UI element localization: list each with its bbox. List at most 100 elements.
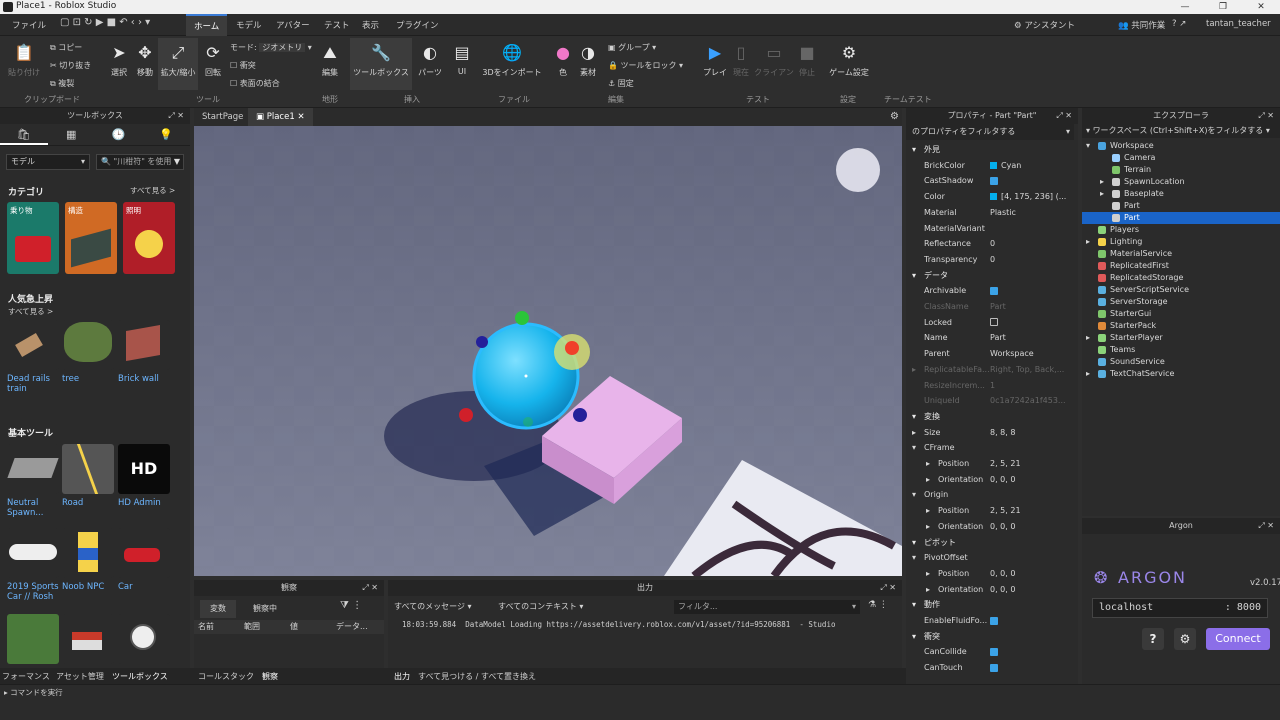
command-bar[interactable]: ▸ コマンドを実行 — [4, 687, 63, 698]
close-icon[interactable]: ⤢ ✕ — [168, 108, 184, 124]
category-see-all[interactable]: すべて見る > — [130, 185, 175, 196]
property-row[interactable]: ▸ Position 2, 5, 21 — [906, 503, 1074, 518]
explorer-item[interactable]: Terrain — [1082, 164, 1280, 176]
property-checkbox[interactable] — [990, 283, 1074, 298]
tab-watch[interactable]: 観察 — [262, 671, 278, 682]
explorer-item[interactable]: MaterialService — [1082, 248, 1280, 260]
tab-performance[interactable]: フォーマンス — [2, 671, 50, 682]
run-current-button[interactable]: ▯ 現在 — [730, 42, 752, 78]
chevron-right-icon[interactable]: ▸ — [926, 582, 930, 597]
chevron-right-icon[interactable]: ▸ — [926, 456, 930, 471]
chevron-right-icon[interactable]: ▸ — [926, 503, 930, 518]
argon-host-input[interactable]: localhost: 8000 — [1092, 598, 1268, 618]
collab-button[interactable]: 👥 共同作業 — [1118, 19, 1165, 31]
join-surfaces-toggle[interactable]: ☐ 表面の結合 — [230, 78, 280, 89]
menu-test[interactable]: テスト — [324, 19, 350, 31]
explorer-item[interactable]: ServerScriptService — [1082, 284, 1280, 296]
asset-road[interactable]: Road — [62, 444, 114, 508]
property-value[interactable]: Plastic — [990, 205, 1074, 220]
close-icon[interactable]: ⤢ ✕ — [1258, 108, 1274, 124]
explorer-item[interactable]: ▸ StarterPlayer — [1082, 332, 1280, 344]
property-checkbox[interactable] — [990, 315, 1074, 330]
help-icon[interactable]: ? ↗ — [1172, 19, 1186, 29]
chevron-icon[interactable]: ▸ — [912, 425, 916, 440]
close-icon[interactable]: ⤢ ✕ — [1258, 518, 1274, 534]
explorer-item[interactable]: ▸ Lighting — [1082, 236, 1280, 248]
menu-view[interactable]: 表示 — [362, 19, 379, 31]
property-value[interactable]: 0, 0, 0 — [990, 472, 1074, 487]
tree-toggle-icon[interactable]: ▸ — [1086, 236, 1096, 248]
assistant-button[interactable]: ⚙ アシスタント — [1014, 19, 1075, 31]
tab-inventory[interactable]: ▦ — [48, 124, 96, 145]
explorer-item[interactable]: ▾ Workspace — [1082, 140, 1280, 152]
property-row[interactable]: EnableFluidFo... — [906, 613, 1074, 628]
tab-marketplace[interactable]: 🛍 — [0, 124, 48, 145]
property-value[interactable]: Part — [990, 299, 1074, 314]
argon-help-button[interactable]: ? — [1142, 628, 1164, 650]
asset-brick-wall[interactable]: Brick wall — [118, 320, 170, 384]
asset-dead-rails-train[interactable]: Dead rails train — [7, 320, 59, 394]
client-button[interactable]: ▭ クライアン — [752, 42, 796, 78]
quick-access-icons[interactable]: ▢ ⊡ ↻ ▶ ■ ↶ ‹ › ▾ — [60, 17, 150, 28]
property-row[interactable]: ClassName Part — [906, 299, 1074, 314]
copy-button[interactable]: ⧉ コピー — [50, 42, 82, 53]
minimize-button[interactable]: — — [1166, 0, 1204, 14]
viewport-scene[interactable] — [194, 126, 902, 576]
property-row[interactable]: ▾ Origin — [906, 487, 1074, 502]
property-row[interactable]: Archivable — [906, 283, 1074, 298]
property-value[interactable]: 0, 0, 0 — [990, 519, 1074, 534]
scale-tool-button[interactable]: ⤢ 拡大/縮小 — [158, 38, 198, 90]
tab-variables[interactable]: 変数 — [200, 600, 236, 618]
close-icon[interactable]: ⤢ ✕ — [1056, 108, 1072, 124]
category-structures[interactable]: 構造 — [65, 202, 117, 274]
explorer-item[interactable]: StarterGui — [1082, 308, 1280, 320]
asset-car[interactable]: Car — [118, 528, 170, 592]
property-row[interactable]: Locked — [906, 315, 1074, 330]
explorer-item[interactable]: ReplicatedStorage — [1082, 272, 1280, 284]
property-category[interactable]: ▾ 衝突 — [906, 629, 1074, 644]
user-name[interactable]: tantan_teacher — [1206, 19, 1271, 29]
tab-creations[interactable]: 💡 — [143, 124, 191, 145]
tab-output[interactable]: 出力 — [394, 671, 410, 682]
filter-icon[interactable]: ⧩ ⋮ — [340, 600, 362, 611]
asset-noob-npc[interactable]: Noob NPC — [62, 528, 114, 592]
property-row[interactable]: Reflectance 0 — [906, 236, 1074, 251]
group-button[interactable]: ▣ グループ ▾ — [608, 42, 656, 53]
viewport-settings-icon[interactable]: ⚙ — [882, 108, 907, 126]
property-value[interactable]: 0, 0, 0 — [990, 582, 1074, 597]
asset-globe[interactable] — [118, 614, 170, 664]
explorer-item[interactable]: Teams — [1082, 344, 1280, 356]
chevron-icon[interactable]: ▾ — [912, 550, 916, 565]
paste-button[interactable]: 📋 貼り付け — [6, 42, 42, 78]
chevron-icon[interactable]: ▾ — [912, 487, 916, 502]
context-filter-dropdown[interactable]: すべてのコンテキスト ▾ — [498, 600, 598, 614]
property-row[interactable]: MaterialVariant — [906, 221, 1074, 236]
property-row[interactable]: Color [4, 175, 236] (... — [906, 189, 1074, 204]
asset-tree[interactable]: tree — [62, 320, 114, 384]
property-value[interactable]: 0c1a7242a1f453... — [990, 393, 1074, 408]
close-icon[interactable]: ⤢ ✕ — [880, 580, 896, 596]
explorer-item[interactable]: ▸ Baseplate — [1082, 188, 1280, 200]
toolbox-button[interactable]: 🔧 ツールボックス — [350, 38, 412, 90]
asset-sports-car[interactable]: 2019 Sports Car // Rosh — [7, 528, 59, 602]
property-category[interactable]: ▾ データ — [906, 268, 1074, 283]
game-settings-button[interactable]: ⚙ ゲーム設定 — [826, 42, 872, 78]
tab-recent[interactable]: 🕒 — [95, 124, 143, 145]
property-row[interactable]: BrickColor Cyan — [906, 158, 1074, 173]
chevron-icon[interactable]: ▸ — [912, 362, 916, 377]
tab-watching[interactable]: 観察中 — [242, 600, 288, 618]
3d-viewport[interactable] — [194, 126, 902, 576]
property-row[interactable]: Transparency 0 — [906, 252, 1074, 267]
tree-toggle-icon[interactable]: ▸ — [1100, 188, 1110, 200]
property-row[interactable]: ResizeIncrem... 1 — [906, 378, 1074, 393]
explorer-item[interactable]: ▸ SpawnLocation — [1082, 176, 1280, 188]
property-value[interactable]: 0, 0, 0 — [990, 566, 1074, 581]
explorer-item[interactable]: Part — [1082, 212, 1280, 224]
chevron-right-icon[interactable]: ▸ — [926, 519, 930, 534]
trending-see-all[interactable]: すべて見る > — [8, 306, 53, 317]
tab-startpage[interactable]: StartPage — [194, 108, 251, 126]
filter-icon[interactable]: ▼ — [174, 155, 180, 169]
output-filter-input[interactable]: フィルタ... ▾ — [674, 600, 860, 614]
property-row[interactable]: CanTouch — [906, 660, 1074, 675]
tree-toggle-icon[interactable]: ▸ — [1086, 368, 1096, 380]
